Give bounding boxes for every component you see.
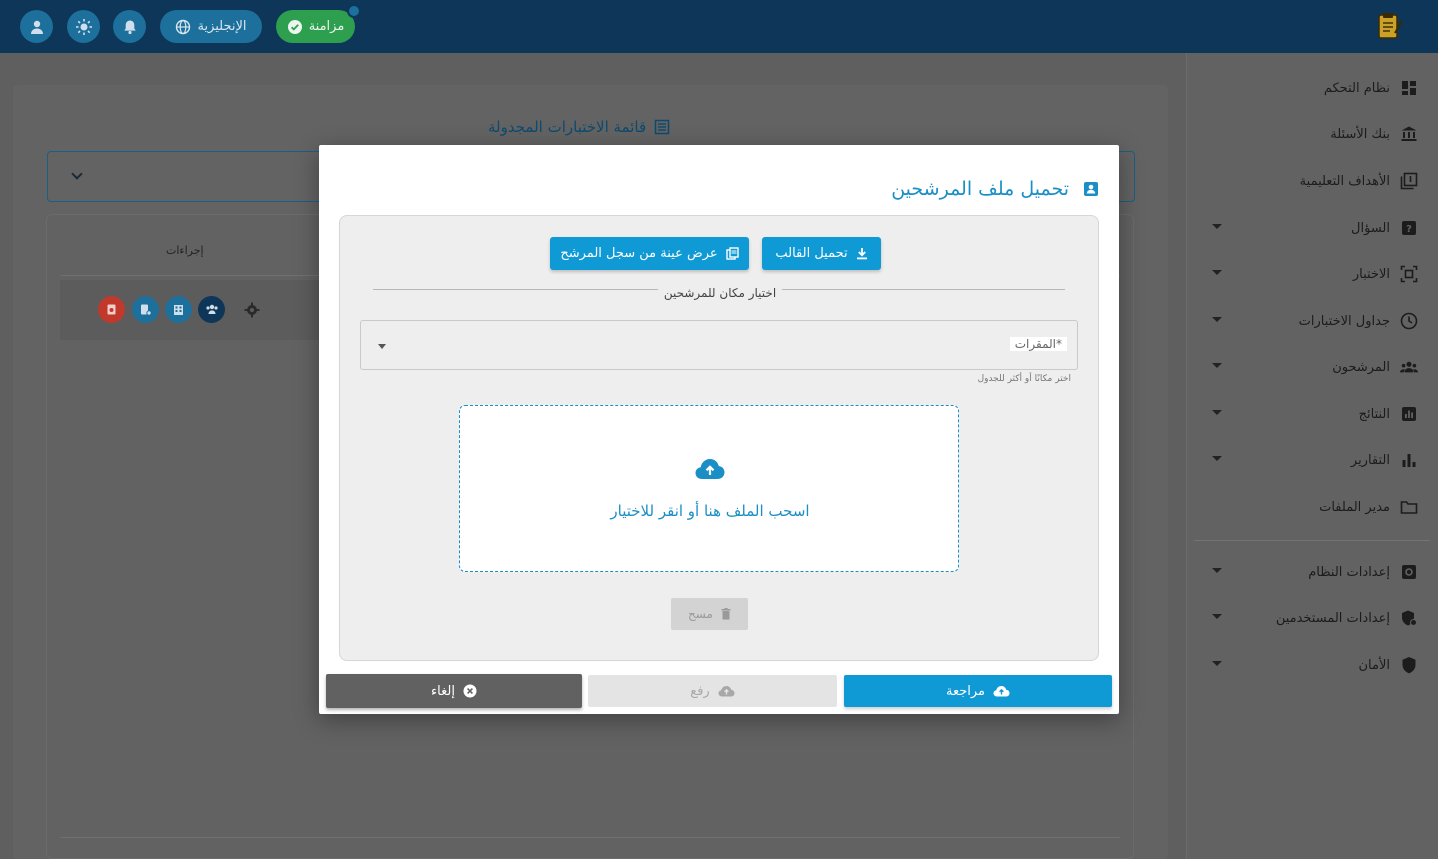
sidebar-item-learning-objectives[interactable]: الأهداف التعليمية bbox=[1186, 161, 1438, 201]
caret-down-icon bbox=[1212, 614, 1222, 619]
sidebar-item-user-settings[interactable]: إعدادات المستخدمين bbox=[1186, 598, 1438, 638]
cloud-upload-icon bbox=[718, 686, 735, 697]
sync-button[interactable]: مزامنة bbox=[276, 4, 361, 43]
globe-icon bbox=[176, 19, 191, 34]
location-section-label: اختيار مكان للمرشحين bbox=[340, 282, 1100, 301]
sidebar-item-results[interactable]: النتائج bbox=[1186, 394, 1438, 434]
caret-down-icon bbox=[378, 344, 386, 349]
cancel-button[interactable]: إلغاء bbox=[326, 674, 582, 708]
caret-down-icon bbox=[1212, 568, 1222, 573]
top-bar: الإنجليزية مزامنة bbox=[0, 0, 1438, 53]
theme-toggle-button[interactable] bbox=[67, 10, 100, 43]
gear-icon bbox=[244, 302, 259, 317]
dropzone-text: اسحب الملف هنا أو انقر للاختيار bbox=[610, 502, 810, 520]
folder-icon bbox=[1400, 498, 1418, 516]
dashboard-icon bbox=[1400, 79, 1418, 97]
sidebar-item-question[interactable]: السؤال ? bbox=[1186, 208, 1438, 248]
bar-chart-icon bbox=[1400, 451, 1418, 469]
document-settings-icon bbox=[141, 304, 152, 316]
courses-select[interactable]: المقرات* bbox=[360, 320, 1078, 370]
edit-candidates-action-button[interactable] bbox=[132, 296, 159, 323]
settings-icon bbox=[1400, 563, 1418, 581]
review-button[interactable]: مراجعة bbox=[844, 675, 1112, 707]
sidebar-item-question-bank[interactable]: بنك الأسئلة bbox=[1186, 114, 1438, 154]
notifications-button[interactable] bbox=[113, 10, 146, 43]
clear-button[interactable]: مسح bbox=[671, 598, 748, 630]
caret-down-icon bbox=[1212, 456, 1222, 461]
user-shield-icon bbox=[1400, 609, 1418, 627]
bell-icon bbox=[123, 20, 136, 34]
caret-down-icon bbox=[1212, 270, 1222, 275]
clock-icon bbox=[1400, 312, 1418, 330]
sidebar: نظام التحكم بنك الأسئلة الأهداف التعليمي… bbox=[1186, 53, 1438, 859]
caret-down-icon bbox=[1212, 661, 1222, 666]
caret-down-icon bbox=[1212, 410, 1222, 415]
row-settings-button[interactable] bbox=[238, 296, 265, 323]
actions-column-header: إجراءات bbox=[166, 244, 204, 257]
courses-field-hint: اختر مكانًا أو أكثر للجدول bbox=[977, 374, 1071, 384]
copy-document-icon bbox=[725, 247, 739, 260]
caret-down-icon bbox=[1212, 224, 1222, 229]
building-icon bbox=[174, 305, 183, 315]
language-label: الإنجليزية bbox=[197, 19, 247, 34]
trash-icon bbox=[721, 608, 731, 620]
upload-button[interactable]: رفع bbox=[588, 675, 837, 707]
upload-candidates-dialog: تحميل ملف المرشحين تحميل القالب عرض عينة… bbox=[319, 145, 1119, 714]
sidebar-item-exam-schedules[interactable]: جداول الاختبارات bbox=[1186, 301, 1438, 341]
app-logo[interactable] bbox=[1374, 11, 1404, 41]
dialog-title: تحميل ملف المرشحين bbox=[891, 178, 1099, 200]
sync-label: مزامنة bbox=[308, 19, 345, 34]
close-circle-icon bbox=[463, 684, 477, 698]
sidebar-item-exam[interactable]: الاختبار bbox=[1186, 254, 1438, 294]
chevron-down-icon bbox=[71, 168, 83, 180]
shield-icon bbox=[1400, 656, 1418, 674]
delete-action-button[interactable] bbox=[98, 296, 125, 323]
table-footer-divider bbox=[60, 837, 1120, 838]
cloud-upload-icon bbox=[695, 459, 725, 479]
people-icon bbox=[205, 304, 218, 314]
sidebar-item-candidates[interactable]: المرشحون bbox=[1186, 347, 1438, 387]
page-title: قائمة الاختبارات المجدولة bbox=[488, 118, 670, 136]
bank-icon bbox=[1400, 125, 1418, 143]
sidebar-item-reports[interactable]: التقارير bbox=[1186, 440, 1438, 480]
objectives-icon bbox=[1400, 172, 1418, 190]
check-circle-icon bbox=[287, 19, 302, 34]
upload-panel: تحميل القالب عرض عينة من سجل المرشح اختي… bbox=[339, 215, 1099, 661]
candidates-action-button[interactable] bbox=[198, 296, 225, 323]
sidebar-item-system-settings[interactable]: إعدادات النظام bbox=[1186, 552, 1438, 592]
download-icon bbox=[856, 248, 867, 260]
file-dropzone[interactable]: اسحب الملف هنا أو انقر للاختيار bbox=[459, 405, 959, 572]
question-icon: ? bbox=[1400, 219, 1418, 237]
sidebar-item-file-manager[interactable]: مدير الملفات bbox=[1186, 487, 1438, 527]
profile-button[interactable] bbox=[20, 10, 53, 43]
locations-action-button[interactable] bbox=[165, 296, 192, 323]
caret-down-icon bbox=[1212, 317, 1222, 322]
exam-icon bbox=[1400, 265, 1418, 283]
language-button[interactable]: الإنجليزية bbox=[160, 10, 262, 43]
people-icon bbox=[1400, 358, 1418, 376]
download-template-button[interactable]: تحميل القالب bbox=[762, 237, 881, 270]
contact-card-icon bbox=[1084, 182, 1098, 196]
cloud-upload-icon bbox=[993, 686, 1010, 697]
document-delete-icon bbox=[107, 304, 116, 315]
view-sample-button[interactable]: عرض عينة من سجل المرشح bbox=[550, 237, 749, 270]
sync-status-dot bbox=[347, 4, 361, 18]
sidebar-divider bbox=[1194, 540, 1430, 541]
sidebar-item-security[interactable]: الأمان bbox=[1186, 645, 1438, 685]
user-icon bbox=[30, 20, 43, 34]
caret-down-icon bbox=[1212, 363, 1222, 368]
courses-field-label: المقرات* bbox=[1009, 337, 1067, 351]
sun-icon bbox=[75, 18, 92, 35]
sidebar-item-dashboard[interactable]: نظام التحكم bbox=[1186, 68, 1438, 108]
list-icon bbox=[654, 119, 670, 135]
svg-text:?: ? bbox=[1406, 224, 1412, 235]
results-icon bbox=[1400, 405, 1418, 423]
